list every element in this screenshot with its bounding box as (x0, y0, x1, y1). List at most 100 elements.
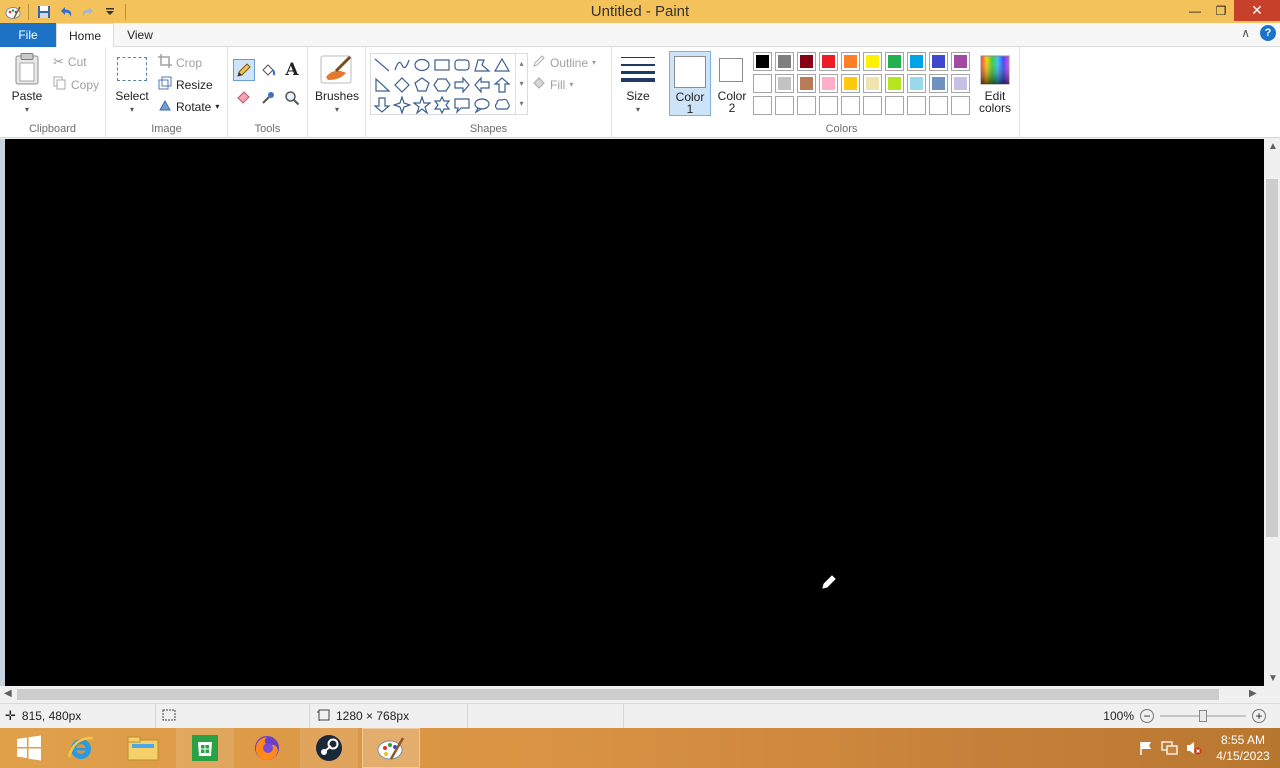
crop-button[interactable]: Crop (158, 54, 202, 71)
vertical-scroll-thumb[interactable] (1266, 179, 1278, 537)
copy-button[interactable]: Copy (53, 76, 99, 93)
palette-swatch[interactable] (863, 52, 882, 71)
palette-swatch[interactable] (929, 74, 948, 93)
scroll-left-arrow-icon[interactable]: ◀ (4, 688, 12, 699)
paste-button[interactable]: Paste ▾ (8, 51, 46, 114)
palette-swatch[interactable] (753, 74, 772, 93)
taskbar-firefox[interactable] (238, 728, 296, 768)
palette-swatch[interactable] (841, 96, 860, 115)
volume-muted-icon[interactable] (1182, 740, 1206, 756)
magnifier-tool-button[interactable] (281, 87, 303, 109)
taskbar-clock[interactable]: 8:55 AM 4/15/2023 (1206, 732, 1280, 764)
taskbar-store[interactable] (176, 728, 234, 768)
palette-swatch[interactable] (863, 96, 882, 115)
pencil-tool-button[interactable] (233, 59, 255, 81)
pentagon-shape-icon[interactable] (413, 76, 431, 94)
text-tool-button[interactable]: A (281, 59, 303, 81)
palette-swatch[interactable] (951, 96, 970, 115)
select-chevron-down-icon[interactable]: ▾ (112, 105, 152, 114)
palette-swatch[interactable] (819, 74, 838, 93)
tab-view[interactable]: View (114, 23, 166, 47)
fill-button[interactable]: Fill ▾ (532, 76, 573, 93)
rounded-callout-shape-icon[interactable] (453, 96, 471, 114)
palette-swatch[interactable] (907, 96, 926, 115)
customize-qat-chevron-down-icon[interactable] (99, 2, 121, 22)
redo-icon[interactable] (77, 2, 99, 22)
horizontal-scrollbar[interactable]: ◀ ▶ (0, 686, 1264, 703)
palette-swatch[interactable] (753, 52, 772, 71)
palette-swatch[interactable] (797, 52, 816, 71)
shapes-gallery-scroll[interactable]: ▴ ▾ ▾ (515, 54, 527, 114)
oval-callout-shape-icon[interactable] (473, 96, 491, 114)
palette-swatch[interactable] (819, 96, 838, 115)
triangle-shape-icon[interactable] (493, 56, 511, 74)
brushes-button[interactable]: Brushes ▾ (314, 51, 360, 114)
save-icon[interactable] (33, 2, 55, 22)
taskbar-file-explorer[interactable] (114, 728, 172, 768)
zoom-out-icon[interactable]: − (1140, 709, 1154, 723)
zoom-slider-thumb[interactable] (1199, 710, 1207, 722)
oval-shape-icon[interactable] (413, 56, 431, 74)
five-point-star-shape-icon[interactable] (412, 95, 432, 115)
taskbar-paint[interactable] (362, 728, 420, 768)
line-shape-icon[interactable] (373, 56, 391, 74)
size-button[interactable]: Size ▾ (618, 51, 658, 115)
palette-swatch[interactable] (951, 74, 970, 93)
rounded-rectangle-shape-icon[interactable] (453, 56, 471, 74)
hexagon-shape-icon[interactable] (433, 76, 451, 94)
rotate-button[interactable]: Rotate ▾ (158, 98, 219, 115)
color2-button[interactable]: Color 2 (713, 51, 751, 116)
palette-swatch[interactable] (885, 96, 904, 115)
minimize-button[interactable]: — (1182, 0, 1208, 21)
palette-swatch[interactable] (863, 74, 882, 93)
palette-swatch[interactable] (797, 96, 816, 115)
color1-button[interactable]: Color 1 (669, 51, 711, 116)
scroll-right-arrow-icon[interactable]: ▶ (1249, 688, 1257, 699)
left-arrow-shape-icon[interactable] (473, 76, 491, 94)
zoom-slider[interactable] (1160, 709, 1246, 723)
curve-shape-icon[interactable] (393, 56, 411, 74)
fill-tool-button[interactable] (257, 59, 279, 81)
color-picker-tool-button[interactable] (257, 87, 279, 109)
brushes-chevron-down-icon[interactable]: ▾ (314, 105, 360, 114)
taskbar-internet-explorer[interactable] (52, 728, 110, 768)
right-triangle-shape-icon[interactable] (373, 76, 391, 94)
six-point-star-shape-icon[interactable] (433, 95, 451, 115)
drawing-canvas[interactable] (5, 139, 1264, 686)
up-arrow-shape-icon[interactable] (493, 76, 511, 94)
paste-chevron-down-icon[interactable]: ▾ (8, 105, 46, 114)
palette-swatch[interactable] (907, 52, 926, 71)
edit-colors-button[interactable]: Edit colors (975, 51, 1015, 116)
outline-button[interactable]: Outline ▾ (532, 54, 596, 71)
palette-swatch[interactable] (951, 52, 970, 71)
palette-swatch[interactable] (797, 74, 816, 93)
tab-home[interactable]: Home (56, 23, 114, 48)
right-arrow-shape-icon[interactable] (453, 76, 471, 94)
palette-swatch[interactable] (841, 52, 860, 71)
size-chevron-down-icon[interactable]: ▾ (618, 105, 658, 114)
undo-icon[interactable] (55, 2, 77, 22)
palette-swatch[interactable] (775, 74, 794, 93)
palette-swatch[interactable] (753, 96, 772, 115)
select-button[interactable]: Select ▾ (112, 51, 152, 114)
eraser-tool-button[interactable] (233, 87, 255, 109)
minimize-ribbon-chevron-up-icon[interactable]: ∧ (1241, 26, 1250, 40)
palette-swatch[interactable] (929, 96, 948, 115)
palette-swatch[interactable] (929, 52, 948, 71)
palette-swatch[interactable] (775, 52, 794, 71)
palette-swatch[interactable] (819, 52, 838, 71)
cut-button[interactable]: ✂ Cut (53, 54, 87, 70)
down-arrow-shape-icon[interactable] (373, 96, 391, 114)
rotate-chevron-down-icon[interactable]: ▾ (215, 102, 219, 111)
diamond-shape-icon[interactable] (393, 76, 411, 94)
four-point-star-shape-icon[interactable] (392, 95, 412, 115)
polygon-shape-icon[interactable] (473, 56, 491, 74)
network-icon[interactable] (1158, 740, 1182, 756)
zoom-in-icon[interactable]: + (1252, 709, 1266, 723)
palette-swatch[interactable] (775, 96, 794, 115)
start-button[interactable] (0, 728, 58, 768)
paint-app-icon[interactable] (2, 2, 24, 22)
palette-swatch[interactable] (885, 74, 904, 93)
cloud-callout-shape-icon[interactable] (493, 96, 511, 114)
resize-button[interactable]: Resize (158, 76, 213, 93)
